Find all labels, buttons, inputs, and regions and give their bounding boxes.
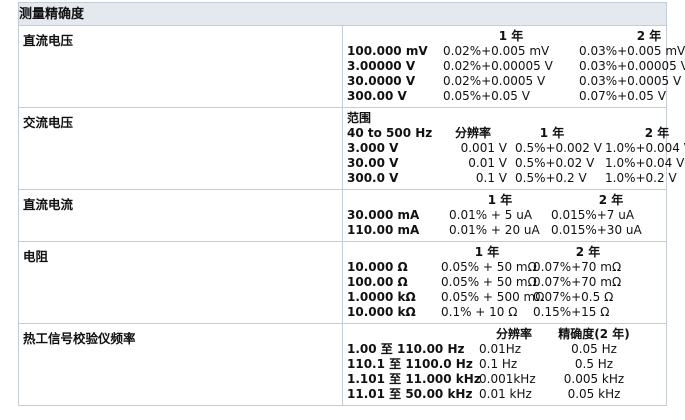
value-cell: 1.0%+0.2 V [605,171,677,185]
value-cell: 0.05% + 50 mΩ [441,275,537,289]
value-cell: 0.015%+7 uA [551,208,635,222]
col-header: 分辨率 [495,327,532,341]
col-header: 1 年 [474,245,500,259]
section-label: 交流电压 [18,107,343,190]
value-cell: 0.5%+0.2 V [515,171,587,185]
range-cell: 300.0 V [347,171,399,185]
value-cell: 0.05 kHz [567,387,621,401]
value-cell: 0.03%+0.005 mV [579,44,685,58]
value-cell: 0.01% + 5 uA [449,208,533,222]
range-cell: 300.00 V [347,89,407,103]
col-header: 2 年 [644,126,670,140]
value-cell: 0.05%+0.05 V [443,89,530,103]
section-label: 热工信号校验仪频率 [18,323,343,406]
section-resistance: 电阻 1 年 2 年 10.000 Ω 0.05% + 50 mΩ 0.07%+… [18,241,667,324]
range-cell: 30.0000 V [347,74,416,88]
value-cell: 0.15%+15 Ω [533,305,610,319]
value-cell: 0.03%+0.00005 V [579,59,685,73]
range-cell: 10.000 kΩ [347,305,416,319]
value-cell: 0.02%+0.0005 V [443,74,546,88]
section-dc-voltage: 直流电压 1 年 2 年 100.000 mV 0.02%+0.005 mV 0… [18,25,685,108]
accuracy-table: 测量精确度 直流电压 1 年 2 年 100.000 mV 0.02%+0.00… [18,2,685,406]
section-calibrator-frequency: 热工信号校验仪频率 分辨率 精确度(2 年) 1.00 至 110.00 Hz … [18,323,667,406]
value-cell: 0.05% + 500 mΩ [441,290,545,304]
section-dc-current: 直流电流 1 年 2 年 30.000 mA 0.01% + 5 uA 0.01… [18,189,667,242]
range-cell: 3.000 V [347,141,399,155]
col-header: 2 年 [598,193,624,207]
value-cell: 0.5%+0.02 V [515,156,595,170]
value-cell: 0.01% + 20 uA [449,223,540,237]
range-cell: 3.00000 V [347,59,416,73]
range-cell: 30.00 V [347,156,399,170]
col-header: 2 年 [575,245,601,259]
value-cell: 0.02%+0.005 mV [443,44,550,58]
value-cell: 0.005 kHz [563,372,625,386]
section-label: 电阻 [18,241,343,324]
res-cell: 0.1 V [475,171,507,185]
res-cell: 0.001kHz [479,372,536,386]
frequency-grid: 分辨率 精确度(2 年) 1.00 至 110.00 Hz 0.01Hz 0.0… [347,327,662,402]
table-title: 测量精确度 [18,2,667,26]
range-cell: 100.00 Ω [347,275,408,289]
dc-voltage-grid: 1 年 2 年 100.000 mV 0.02%+0.005 mV 0.03%+… [347,29,685,104]
value-cell: 0.07%+0.05 V [579,89,666,103]
value-cell: 0.05 Hz [571,342,617,356]
range-cell: 1.101 至 11.000 kHz [347,372,481,386]
value-cell: 1.0%+0.04 V [605,156,685,170]
value-cell: 0.5 Hz [574,357,614,371]
value-cell: 0.07%+70 mΩ [533,275,622,289]
range-header: 范围 [347,111,372,125]
col-header: 2 年 [636,29,662,43]
ac-voltage-grid: 范围 40 to 500 Hz 分辨率 1 年 2 年 3.000 V 0.00… [347,111,685,186]
range-cell: 110.1 至 1100.0 Hz [347,357,473,371]
value-cell: 0.03%+0.0005 V [579,74,682,88]
value-cell: 0.05% + 50 mΩ [441,260,537,274]
res-cell: 0.1 Hz [479,357,518,371]
resistance-grid: 1 年 2 年 10.000 Ω 0.05% + 50 mΩ 0.07%+70 … [347,245,662,320]
freq-label: 40 to 500 Hz [347,126,433,140]
res-cell: 0.01 kHz [479,387,532,401]
col-header: 1 年 [539,126,565,140]
range-cell: 30.000 mA [347,208,420,222]
col-header: 1 年 [498,29,524,43]
res-cell: 0.01 V [468,156,507,170]
range-cell: 10.000 Ω [347,260,408,274]
range-cell: 1.00 至 110.00 Hz [347,342,465,356]
value-cell: 0.02%+0.00005 V [443,59,553,73]
range-cell: 1.0000 kΩ [347,290,416,304]
spec-page: 测量精确度 直流电压 1 年 2 年 100.000 mV 0.02%+0.00… [0,0,685,420]
dc-current-grid: 1 年 2 年 30.000 mA 0.01% + 5 uA 0.015%+7 … [347,193,662,238]
col-header: 分辨率 [454,126,491,140]
value-cell: 0.5%+0.002 V [515,141,602,155]
range-cell: 11.01 至 50.00 kHz [347,387,473,401]
value-cell: 0.07%+0.5 Ω [533,290,614,304]
col-header: 精确度(2 年) [558,327,630,341]
section-label: 直流电流 [18,189,343,242]
range-cell: 110.00 mA [347,223,420,237]
range-cell: 100.000 mV [347,44,428,58]
res-cell: 0.001 V [460,141,507,155]
value-cell: 0.07%+70 mΩ [533,260,622,274]
section-label: 直流电压 [18,25,343,108]
value-cell: 0.1% + 10 Ω [441,305,518,319]
res-cell: 0.01Hz [479,342,522,356]
value-cell: 1.0%+0.004 V [605,141,685,155]
table-header-row: 测量精确度 [18,2,667,26]
section-ac-voltage: 交流电压 范围 40 to 500 Hz 分辨率 1 年 2 年 3.000 V… [18,107,685,190]
value-cell: 0.015%+30 uA [551,223,642,237]
col-header: 1 年 [487,193,513,207]
